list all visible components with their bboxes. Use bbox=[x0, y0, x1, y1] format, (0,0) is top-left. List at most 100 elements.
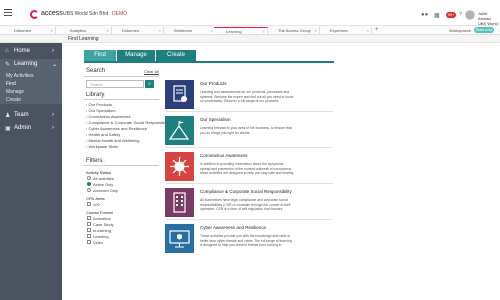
card-title[interactable]: Our Products bbox=[200, 81, 227, 86]
card-title[interactable]: Coronavirus Awareness bbox=[200, 153, 247, 158]
radio-archived-only[interactable] bbox=[87, 188, 91, 192]
tab-label: Dokumen bbox=[122, 28, 140, 33]
radio-all-activities[interactable] bbox=[87, 176, 91, 180]
library-item[interactable]: › Our Products bbox=[86, 102, 112, 107]
tab-dokumen-1[interactable]: Dokumen × bbox=[2, 27, 56, 34]
chevron-down-icon: ⌄ bbox=[52, 62, 58, 68]
tab-access-group[interactable]: The Access Group × bbox=[266, 27, 320, 34]
search-input[interactable]: Search bbox=[86, 80, 144, 88]
tab-label: Learning bbox=[226, 29, 242, 34]
library-item-label: Health and Safety bbox=[88, 132, 121, 137]
tab-label: Analytics bbox=[70, 28, 87, 33]
notification-badge[interactable]: 99+ bbox=[446, 12, 456, 18]
library-item[interactable]: › Compliance & Corporate Social Responsi… bbox=[86, 120, 170, 125]
sidebar: ⌂ Home › ✎ Learning ⌄ My Activities Find… bbox=[0, 43, 62, 300]
cpd-label: CPD Artes bbox=[86, 196, 105, 201]
divider bbox=[165, 147, 333, 148]
environment-label: DEMO bbox=[112, 11, 127, 17]
tab-dokumen-2[interactable]: Dokumen × bbox=[110, 27, 164, 34]
monitor-shield-icon bbox=[169, 230, 190, 248]
hamburger-menu-icon[interactable] bbox=[4, 9, 12, 16]
add-tab-icon[interactable]: + bbox=[375, 27, 379, 33]
library-item[interactable]: › Health and Safety bbox=[86, 132, 120, 137]
checkbox-label: 100 bbox=[93, 202, 100, 207]
library-item-label: Cyber Awareness and Resilience bbox=[88, 126, 148, 131]
app-tab-bar: Dokumen × Analytics × Dokumen × Workforce × … bbox=[0, 26, 500, 35]
find-button[interactable]: Find bbox=[84, 50, 116, 61]
sidebar-subitem-manage[interactable]: Manage bbox=[6, 89, 24, 95]
sidebar-subitem-my-activities[interactable]: My Activities bbox=[6, 73, 34, 79]
learning-icon: ✎ bbox=[5, 62, 11, 68]
format-checkbox-case-study[interactable] bbox=[87, 222, 91, 226]
tab-learning[interactable]: Learning × bbox=[214, 27, 268, 34]
format-checkbox-elearning[interactable] bbox=[87, 228, 91, 232]
close-icon[interactable]: × bbox=[315, 27, 317, 34]
chevron-right-icon: › bbox=[52, 125, 54, 131]
tab-workforce[interactable]: Workforce × bbox=[162, 27, 216, 34]
close-icon[interactable]: × bbox=[107, 27, 109, 34]
sidebar-item-label: Learning bbox=[14, 61, 38, 67]
radio-active-only[interactable] bbox=[87, 182, 91, 186]
activity-status-label: Activity Status bbox=[86, 170, 112, 175]
close-icon[interactable]: × bbox=[211, 27, 213, 34]
sidebar-item-learning[interactable]: ✎ Learning ⌄ bbox=[0, 58, 62, 71]
format-checkbox-learning[interactable] bbox=[87, 234, 91, 238]
sidebar-subitem-find[interactable]: Find bbox=[6, 81, 16, 87]
cyber-thumbnail bbox=[165, 224, 194, 253]
divider bbox=[165, 219, 333, 220]
library-item[interactable]: › Mental Health and Wellbeing bbox=[86, 138, 140, 143]
user-name: Juliet Ahmad bbox=[478, 11, 491, 21]
card-title[interactable]: Cyber Awareness and Resilience bbox=[200, 225, 266, 230]
sidebar-item-team[interactable]: ♟ Team › bbox=[0, 109, 62, 122]
divider bbox=[165, 111, 333, 112]
card-title[interactable]: Compliance & Corporate Social Responsibi… bbox=[200, 189, 292, 194]
close-icon[interactable]: × bbox=[51, 27, 53, 34]
tab-label: Expenses bbox=[330, 28, 348, 33]
page-title: Find Learning bbox=[68, 36, 99, 42]
sidebar-subitem-create[interactable]: Create bbox=[6, 97, 21, 103]
tab-expenses[interactable]: Expenses × bbox=[318, 27, 372, 34]
close-icon[interactable]: × bbox=[263, 28, 265, 35]
start-now-button[interactable]: Start now bbox=[474, 27, 494, 33]
library-item[interactable]: › Workplace Skills bbox=[86, 144, 118, 149]
card-description: In addition to providing information abo… bbox=[200, 162, 294, 175]
tab-label: The Access Group bbox=[278, 28, 311, 33]
tab-analytics[interactable]: Analytics × bbox=[58, 27, 112, 34]
card-description: All businesses have legal compliance and… bbox=[200, 198, 291, 211]
search-button[interactable]: ⌕ bbox=[145, 80, 154, 88]
cpd-checkbox[interactable] bbox=[87, 202, 91, 206]
team-icon: ♟ bbox=[5, 113, 11, 119]
workspaces-link[interactable]: Workspaces bbox=[449, 28, 471, 33]
manage-button[interactable]: Manage bbox=[117, 50, 155, 61]
building-icon bbox=[173, 192, 186, 213]
library-item[interactable]: › Cyber Awareness and Resilience bbox=[86, 126, 147, 131]
card-description: Learning and assessments for our product… bbox=[200, 90, 294, 103]
card-description: These activities provide you with the kn… bbox=[200, 234, 292, 247]
card-title[interactable]: Our Specialism bbox=[200, 117, 231, 122]
sidebar-item-home[interactable]: ⌂ Home › bbox=[0, 45, 62, 58]
company-name[interactable]: UBS World Sdn Bhd bbox=[63, 11, 108, 17]
chevron-right-icon: › bbox=[52, 48, 54, 54]
divider bbox=[84, 76, 159, 77]
format-checkbox-video[interactable] bbox=[87, 240, 91, 244]
mountain-flag-icon bbox=[168, 121, 190, 140]
help-icon[interactable]: ? bbox=[459, 12, 462, 18]
create-button[interactable]: Create bbox=[156, 50, 196, 61]
library-item[interactable]: › Coronavirus Awareness bbox=[86, 114, 131, 119]
chevron-right-icon: › bbox=[52, 112, 54, 118]
clear-all-link[interactable]: Clear All bbox=[144, 69, 159, 74]
home-icon: ⌂ bbox=[5, 48, 9, 54]
library-card-cyber[interactable]: Cyber Awareness and Resilience These act… bbox=[165, 224, 333, 260]
avatar[interactable] bbox=[465, 10, 475, 20]
access-logo-icon bbox=[30, 10, 39, 19]
breadcrumb: Find Learning bbox=[0, 35, 500, 43]
close-icon[interactable]: × bbox=[367, 27, 369, 34]
people-icon[interactable]: ●● bbox=[421, 12, 428, 18]
sidebar-item-admin[interactable]: ▣ Admin › bbox=[0, 122, 62, 135]
format-checkbox-animation[interactable] bbox=[87, 216, 91, 220]
library-item[interactable]: › Our Specialism bbox=[86, 108, 116, 113]
radio-label: Archived Only bbox=[93, 188, 118, 193]
grid-apps-icon[interactable]: ▦ bbox=[434, 12, 440, 19]
close-icon[interactable]: × bbox=[159, 27, 161, 34]
search-title: Search bbox=[86, 68, 106, 74]
